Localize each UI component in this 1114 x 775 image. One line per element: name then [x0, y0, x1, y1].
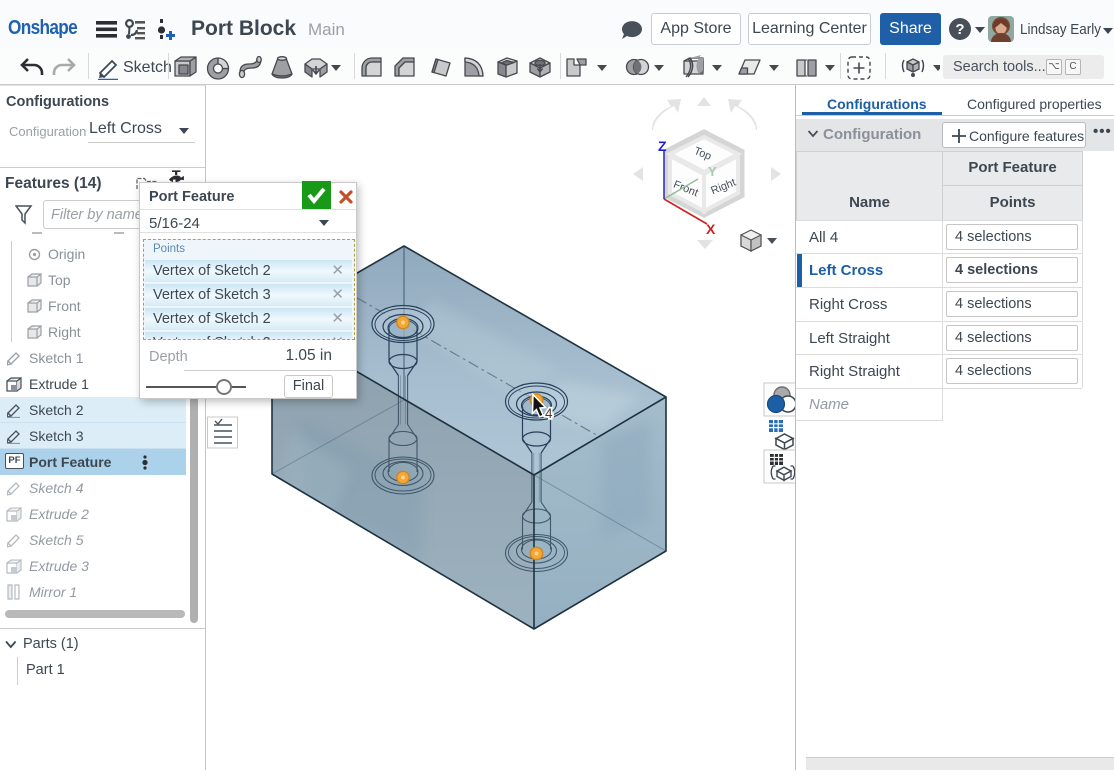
svg-text:?: ?: [955, 21, 964, 38]
svg-text:Z: Z: [658, 138, 667, 154]
svg-text:4: 4: [545, 406, 553, 421]
svg-text:Y: Y: [708, 164, 717, 179]
svg-text:X: X: [706, 221, 716, 237]
